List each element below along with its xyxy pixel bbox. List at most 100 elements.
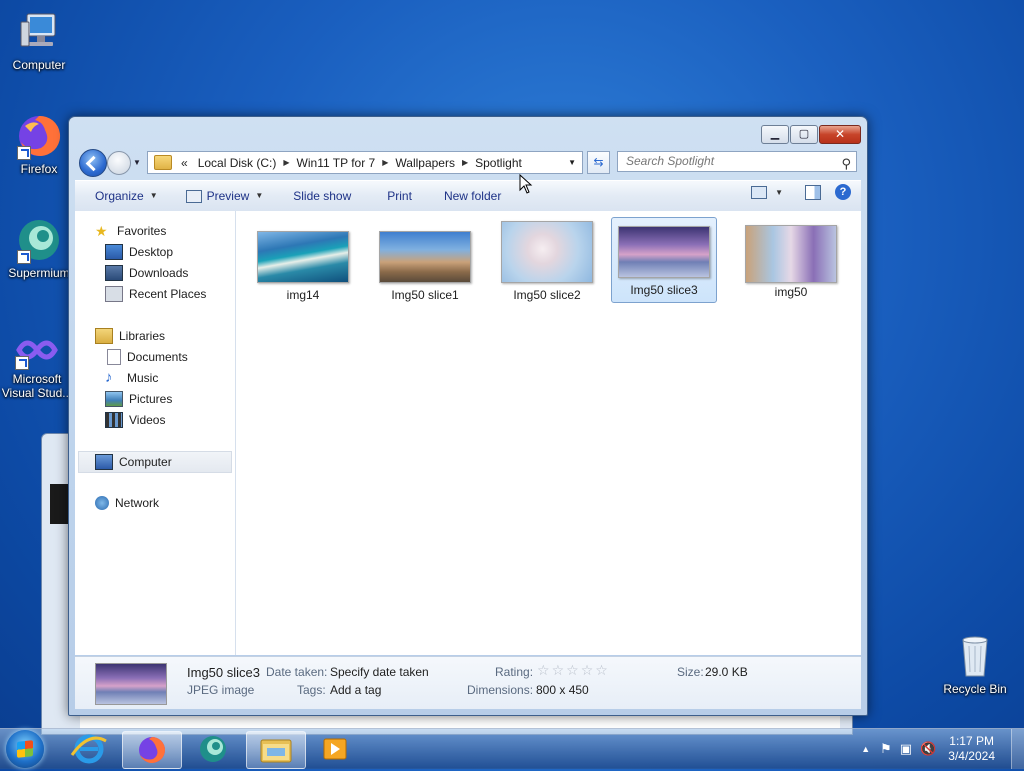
date-taken-value[interactable]: Specify date taken (330, 665, 429, 679)
nav-computer[interactable]: Computer (78, 451, 232, 473)
desktop-icon-recycle-bin[interactable]: Recycle Bin (939, 632, 1011, 696)
breadcrumb-local-disk[interactable]: Local Disk (C:) (193, 156, 282, 170)
breadcrumb-spotlight[interactable]: Spotlight (470, 156, 527, 170)
forward-button[interactable] (107, 151, 131, 175)
nav-music[interactable]: ♪ Music (105, 368, 158, 388)
nav-recent-places[interactable]: Recent Places (105, 284, 206, 304)
slideshow-button[interactable]: Slide show (283, 184, 361, 208)
tags-label: Tags: (297, 683, 326, 697)
file-item[interactable]: img14 (251, 223, 355, 307)
breadcrumb-separator-icon[interactable]: ▶ (460, 158, 470, 167)
size-value: 29.0 KB (705, 665, 748, 679)
search-icon[interactable]: ⚲ (841, 154, 851, 173)
file-item[interactable]: img50 (739, 223, 843, 307)
minimize-icon: ▁ (770, 128, 780, 140)
search-placeholder: Search Spotlight (626, 154, 715, 168)
taskbar-firefox[interactable] (122, 731, 182, 769)
action-center-flag-icon[interactable]: ⚑ (880, 741, 892, 757)
minimize-button[interactable]: ▁ (761, 125, 789, 144)
file-item[interactable]: Img50 slice2 (495, 216, 599, 302)
change-view-icon[interactable] (751, 185, 768, 199)
music-icon: ♪ (105, 369, 113, 386)
volume-muted-icon[interactable]: 🔇 (920, 741, 936, 757)
show-desktop-button[interactable] (1011, 729, 1024, 769)
navigation-row: ▼ « Local Disk (C:) ▶ Win11 TP for 7 ▶ W… (79, 149, 859, 177)
nav-network[interactable]: Network (95, 493, 159, 513)
nav-downloads[interactable]: Downloads (105, 263, 188, 283)
address-overflow[interactable]: « (176, 156, 193, 170)
star-empty-icon[interactable]: ☆ (581, 662, 596, 678)
nav-label: Favorites (117, 224, 167, 238)
print-button[interactable]: Print (377, 184, 422, 208)
address-dropdown-icon[interactable]: ▼ (568, 158, 576, 167)
pictures-icon (105, 391, 123, 407)
clock[interactable]: 1:17 PM 3/4/2024 (948, 734, 995, 764)
breadcrumb-win11-tp[interactable]: Win11 TP for 7 (292, 156, 381, 170)
file-name: Img50 slice3 (630, 283, 698, 297)
refresh-icon: ⇆ (593, 155, 604, 169)
taskbar-supermium[interactable] (184, 731, 242, 767)
nav-documents[interactable]: Documents (105, 347, 188, 367)
nav-label: Downloads (129, 266, 189, 280)
explorer-window[interactable]: ▁ ▢ ✕ ▼ « Local Disk (C:) ▶ Win11 TP for… (68, 116, 868, 716)
desktop-icon-label: Recycle Bin (943, 682, 1007, 696)
recent-pages-dropdown[interactable]: ▼ (133, 158, 141, 167)
file-item[interactable]: Img50 slice1 (373, 223, 477, 307)
downloads-icon (105, 265, 123, 281)
folder-icon (154, 155, 172, 170)
new-folder-button[interactable]: New folder (434, 184, 511, 208)
refresh-button[interactable]: ⇆ (587, 151, 610, 174)
desktop-icon-computer[interactable]: Computer (3, 8, 75, 72)
thumbnail-image (379, 231, 471, 283)
search-input[interactable]: Search Spotlight ⚲ (617, 151, 857, 172)
taskbar-media-player[interactable] (306, 731, 364, 767)
firefox-icon (15, 112, 63, 160)
chevron-down-icon: ▼ (255, 191, 264, 200)
help-icon[interactable]: ? (835, 184, 851, 200)
nav-videos[interactable]: Videos (105, 410, 165, 430)
details-thumbnail (95, 663, 167, 705)
preview-button[interactable]: Preview ▼ (176, 184, 274, 208)
thumbnail-image (257, 231, 349, 283)
star-empty-icon[interactable]: ☆ (595, 662, 610, 678)
chevron-down-icon[interactable]: ▼ (775, 188, 783, 197)
nav-label: Computer (119, 455, 172, 469)
file-view[interactable]: img14 Img50 slice1 Img50 slice2 Img50 sl… (236, 211, 861, 655)
taskbar-explorer[interactable] (246, 731, 306, 769)
nav-libraries[interactable]: Libraries (95, 326, 165, 346)
back-button[interactable] (79, 149, 107, 177)
breadcrumb-wallpapers[interactable]: Wallpapers (390, 156, 460, 170)
desktop-icon-visual-studio[interactable]: Microsoft Visual Stud... (1, 330, 73, 400)
taskbar-internet-explorer[interactable] (60, 731, 118, 767)
rating-stars[interactable]: ☆☆☆☆☆ (537, 662, 610, 679)
maximize-button[interactable]: ▢ (790, 125, 818, 144)
shortcut-arrow-icon (17, 250, 31, 264)
tags-value[interactable]: Add a tag (330, 683, 381, 697)
folder-icon (260, 739, 292, 763)
nav-label: Music (127, 371, 159, 385)
desktop-icon-supermium[interactable]: Supermium (3, 216, 75, 280)
nav-desktop[interactable]: Desktop (105, 242, 173, 262)
start-button[interactable] (6, 730, 44, 768)
new-folder-label: New folder (443, 189, 502, 203)
star-icon: ★ (95, 223, 108, 239)
breadcrumb-separator-icon[interactable]: ▶ (380, 158, 390, 167)
close-button[interactable]: ✕ (819, 125, 861, 144)
preview-pane-icon[interactable] (805, 184, 821, 200)
star-empty-icon[interactable]: ☆ (552, 662, 567, 678)
file-item-selected[interactable]: Img50 slice3 (611, 217, 717, 303)
breadcrumb-separator-icon[interactable]: ▶ (281, 158, 291, 167)
nav-pictures[interactable]: Pictures (105, 389, 172, 409)
address-bar[interactable]: « Local Disk (C:) ▶ Win11 TP for 7 ▶ Wal… (147, 151, 583, 174)
maximize-icon: ▢ (798, 128, 810, 140)
show-hidden-icons-icon[interactable]: ▲ (861, 744, 870, 754)
toolbar-right: ▼ ? (751, 184, 851, 200)
organize-button[interactable]: Organize ▼ (75, 184, 168, 208)
star-empty-icon[interactable]: ☆ (537, 662, 552, 678)
network-icon[interactable]: ▣ (900, 741, 912, 757)
nav-favorites[interactable]: ★ Favorites (95, 221, 166, 241)
desktop-icon-firefox[interactable]: Firefox (3, 112, 75, 176)
clock-date: 3/4/2024 (948, 749, 995, 763)
print-label: Print (387, 189, 412, 203)
star-empty-icon[interactable]: ☆ (566, 662, 581, 678)
